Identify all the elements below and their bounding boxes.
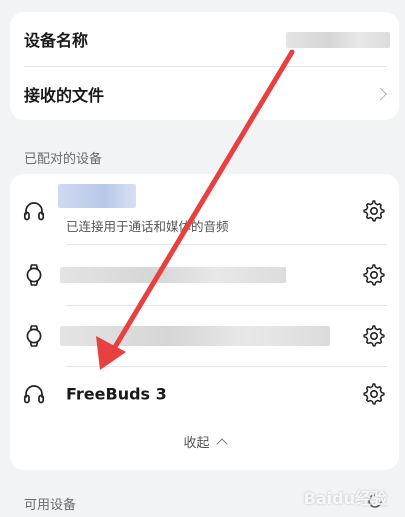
gear-icon[interactable] bbox=[362, 324, 386, 348]
device-settings-card: 设备名称 接收的文件 bbox=[10, 12, 399, 120]
collapse-label: 收起 bbox=[183, 436, 210, 451]
device-name-value-blurred bbox=[286, 32, 390, 48]
device-name: FreeBuds 3 bbox=[66, 384, 167, 404]
paired-device-row[interactable]: 已连接用于通话和媒体的音频 bbox=[10, 180, 399, 242]
gear-icon[interactable] bbox=[362, 263, 386, 287]
available-devices-section-label: 可用设备 bbox=[24, 498, 77, 513]
smartwatch-icon bbox=[26, 325, 42, 347]
paired-device-row[interactable] bbox=[10, 245, 399, 305]
device-name-blurred bbox=[58, 184, 136, 208]
paired-devices-section-label: 已配对的设备 bbox=[24, 152, 103, 167]
device-name-row[interactable]: 设备名称 bbox=[10, 12, 399, 66]
paired-devices-card: 已连接用于通话和媒体的音频 FreeBuds 3 收起 bbox=[10, 174, 399, 470]
chevron-up-icon bbox=[215, 438, 228, 450]
paired-device-row[interactable] bbox=[10, 306, 399, 366]
headphones-icon bbox=[23, 202, 45, 221]
watermark: Baidu经验 bbox=[303, 489, 387, 508]
device-name-label: 设备名称 bbox=[24, 31, 89, 50]
received-files-label: 接收的文件 bbox=[24, 86, 105, 105]
paired-device-row-freebuds[interactable]: FreeBuds 3 bbox=[10, 364, 399, 424]
device-name-blurred bbox=[60, 267, 286, 283]
gear-icon[interactable] bbox=[362, 199, 386, 223]
received-files-row[interactable]: 接收的文件 bbox=[10, 67, 399, 121]
chevron-right-icon bbox=[374, 87, 387, 101]
device-name-blurred bbox=[60, 326, 330, 346]
smartwatch-icon bbox=[26, 264, 42, 286]
collapse-button[interactable]: 收起 bbox=[10, 432, 399, 451]
headphones-icon bbox=[23, 385, 45, 404]
device-connection-status: 已连接用于通话和媒体的音频 bbox=[66, 219, 229, 234]
gear-icon[interactable] bbox=[362, 382, 386, 406]
